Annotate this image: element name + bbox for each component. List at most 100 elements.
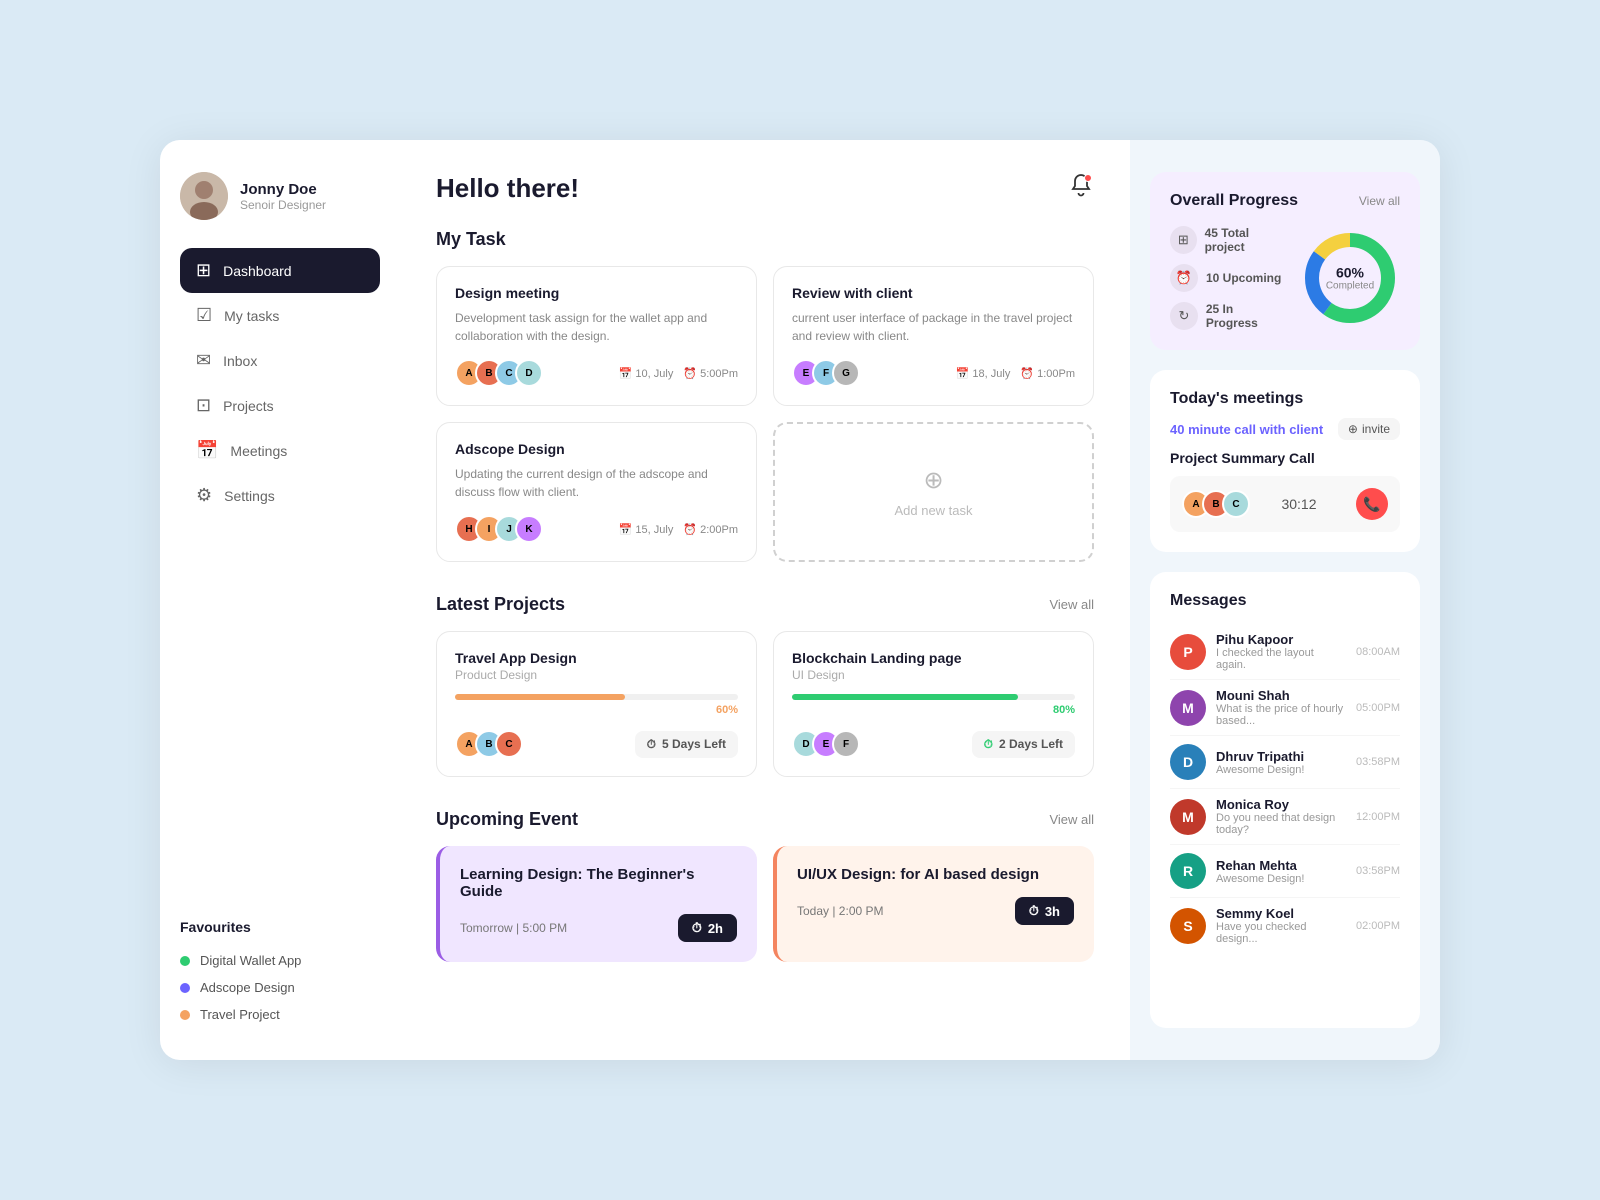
msg-time: 05:00PM [1356, 702, 1400, 714]
sidebar-item-inbox[interactable]: ✉Inbox [180, 338, 380, 383]
fav-dot [180, 956, 190, 966]
overall-progress-card: Overall Progress View all ⊞ 45 Total pro… [1150, 172, 1420, 350]
msg-name: Dhruv Tripathi [1216, 749, 1346, 764]
task-1-desc: Development task assign for the wallet a… [455, 309, 738, 345]
avatar [180, 172, 228, 220]
msg-time: 02:00PM [1356, 920, 1400, 932]
call-avatars: ABC [1182, 490, 1242, 518]
call-end-button[interactable]: 📞 [1356, 488, 1388, 520]
fav-item[interactable]: Travel Project [180, 1001, 380, 1028]
project-2-days-left: ⏱2 Days Left [972, 731, 1075, 758]
task-2-meta: 📅 18, July ⏰ 1:00Pm [956, 367, 1075, 380]
project-2-avatars: DEF [792, 730, 852, 758]
msg-time: 03:58PM [1356, 865, 1400, 877]
donut-label: Completed [1326, 281, 1374, 292]
task-3-meta: 📅 15, July ⏰ 2:00Pm [619, 523, 738, 536]
msg-content: Pihu Kapoor I checked the layout again. [1216, 632, 1346, 671]
messages-card: Messages P Pihu Kapoor I checked the lay… [1150, 572, 1420, 1028]
dashboard-icon: ⊞ [196, 260, 211, 281]
fav-label: Adscope Design [200, 980, 295, 995]
msg-content: Mouni Shah What is the price of hourly b… [1216, 688, 1346, 727]
projects-grid: Travel App Design Product Design 60% ABC… [436, 631, 1094, 777]
task-1-title: Design meeting [455, 285, 738, 301]
project-card-2: Blockchain Landing page UI Design 80% DE… [773, 631, 1094, 777]
fav-label: Travel Project [200, 1007, 280, 1022]
donut-chart: 60% Completed [1300, 228, 1400, 328]
task-2-desc: current user interface of package in the… [792, 309, 1075, 345]
stat-total: ⊞ 45 Total project [1170, 226, 1288, 254]
sidebar-item-meetings[interactable]: 📅Meetings [180, 428, 380, 473]
message-item[interactable]: D Dhruv Tripathi Awesome Design! 03:58PM [1170, 736, 1400, 789]
meetings-label: Meetings [230, 443, 287, 459]
event-1-date: Tomorrow | 5:00 PM [460, 921, 567, 935]
event-2-title: UI/UX Design: for AI based design [797, 866, 1074, 883]
msg-preview: Do you need that design today? [1216, 812, 1346, 836]
msg-avatar: D [1170, 744, 1206, 780]
user-name: Jonny Doe [240, 181, 326, 198]
task-1-avatars: ABCD [455, 359, 535, 387]
call-timer: 30:12 [1281, 496, 1316, 512]
msg-name: Semmy Koel [1216, 906, 1346, 921]
dashboard-label: Dashboard [223, 263, 292, 279]
project-summary-title: Project Summary Call [1170, 450, 1400, 466]
projects-label: Projects [223, 398, 274, 414]
event-1-timer: ⏱ 2h [678, 914, 737, 942]
message-item[interactable]: M Monica Roy Do you need that design tod… [1170, 789, 1400, 845]
fav-item[interactable]: Adscope Design [180, 974, 380, 1001]
event-card-2: UI/UX Design: for AI based design Today … [773, 846, 1094, 962]
invite-button[interactable]: ⊕ invite [1338, 418, 1400, 440]
user-profile: Jonny Doe Senoir Designer [180, 172, 380, 220]
project-2-percent: 80% [792, 704, 1075, 716]
op-view-all[interactable]: View all [1359, 194, 1400, 208]
meeting-link[interactable]: 40 minute call with client [1170, 422, 1323, 437]
msg-preview: What is the price of hourly based... [1216, 703, 1346, 727]
project-1-days-left: ⏱5 Days Left [635, 731, 738, 758]
project-2-progress-bg [792, 694, 1075, 700]
sidebar-item-my-tasks[interactable]: ☑My tasks [180, 293, 380, 338]
project-2-title: Blockchain Landing page [792, 650, 1075, 666]
task-2-title: Review with client [792, 285, 1075, 301]
meetings-title: Today's meetings [1170, 390, 1400, 408]
project-1-type: Product Design [455, 668, 738, 682]
event-2-date: Today | 2:00 PM [797, 904, 884, 918]
upcoming-events-header: Upcoming Event View all [436, 809, 1094, 830]
event-2-timer: ⏱ 3h [1015, 897, 1074, 925]
meetings-card: Today's meetings 40 minute call with cli… [1150, 370, 1420, 552]
app-container: Jonny Doe Senoir Designer ⊞ Dashboard ☑My … [160, 140, 1440, 1060]
task-3-desc: Updating the current design of the adsco… [455, 465, 738, 501]
projects-icon: ⊡ [196, 395, 211, 416]
message-item[interactable]: M Mouni Shah What is the price of hourly… [1170, 680, 1400, 736]
task-card-2: Review with client current user interfac… [773, 266, 1094, 406]
msg-avatar: S [1170, 908, 1206, 944]
upcoming-view-all[interactable]: View all [1049, 812, 1094, 827]
settings-icon: ⚙ [196, 485, 212, 506]
sidebar: Jonny Doe Senoir Designer ⊞ Dashboard ☑My … [160, 140, 400, 1060]
message-item[interactable]: S Semmy Koel Have you checked design... … [1170, 898, 1400, 953]
msg-avatar: M [1170, 799, 1206, 835]
add-task-card[interactable]: ⊕ Add new task [773, 422, 1094, 562]
msg-time: 12:00PM [1356, 811, 1400, 823]
msg-name: Mouni Shah [1216, 688, 1346, 703]
sidebar-item-settings[interactable]: ⚙Settings [180, 473, 380, 518]
sidebar-item-projects[interactable]: ⊡ Projects [180, 383, 380, 428]
fav-item[interactable]: Digital Wallet App [180, 947, 380, 974]
my-task-title: My Task [436, 229, 1094, 250]
message-item[interactable]: R Rehan Mehta Awesome Design! 03:58PM [1170, 845, 1400, 898]
latest-projects-header: Latest Projects View all [436, 594, 1094, 615]
bell-icon[interactable] [1068, 172, 1094, 205]
call-card: ABC 30:12 📞 [1170, 476, 1400, 532]
msg-name: Rehan Mehta [1216, 858, 1346, 873]
task-1-meta: 📅 10, July ⏰ 5:00Pm [619, 367, 738, 380]
donut-percent: 60% [1326, 265, 1374, 281]
project-1-percent: 60% [455, 704, 738, 716]
message-item[interactable]: P Pihu Kapoor I checked the layout again… [1170, 624, 1400, 680]
msg-content: Monica Roy Do you need that design today… [1216, 797, 1346, 836]
fav-dot [180, 1010, 190, 1020]
main-header: Hello there! [436, 172, 1094, 205]
project-1-avatars: ABC [455, 730, 515, 758]
op-title: Overall Progress [1170, 192, 1298, 210]
latest-projects-view-all[interactable]: View all [1049, 597, 1094, 612]
project-card-1: Travel App Design Product Design 60% ABC… [436, 631, 757, 777]
project-1-progress-bg [455, 694, 738, 700]
sidebar-item-dashboard[interactable]: ⊞ Dashboard [180, 248, 380, 293]
